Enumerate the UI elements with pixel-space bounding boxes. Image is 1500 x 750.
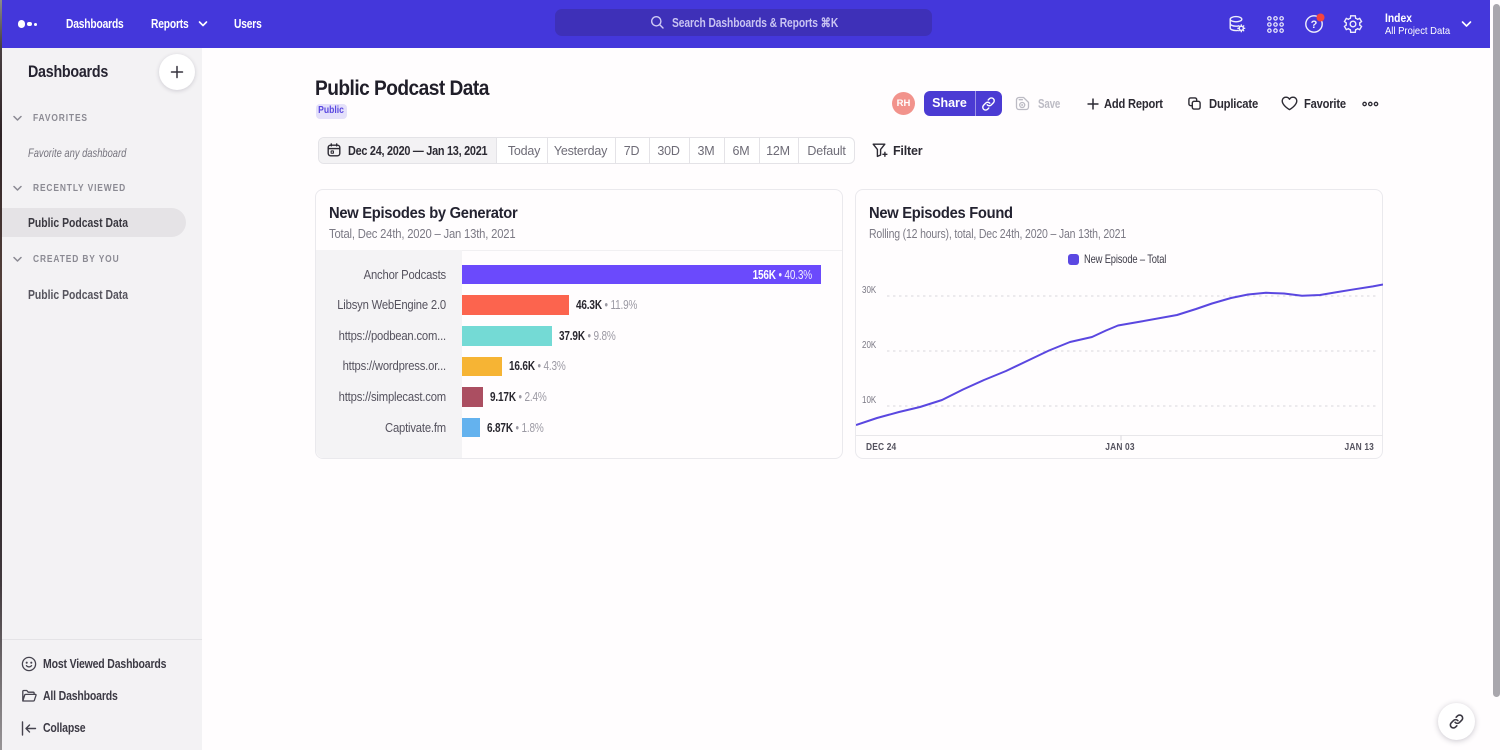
svg-text:?: ? [1311,19,1318,31]
